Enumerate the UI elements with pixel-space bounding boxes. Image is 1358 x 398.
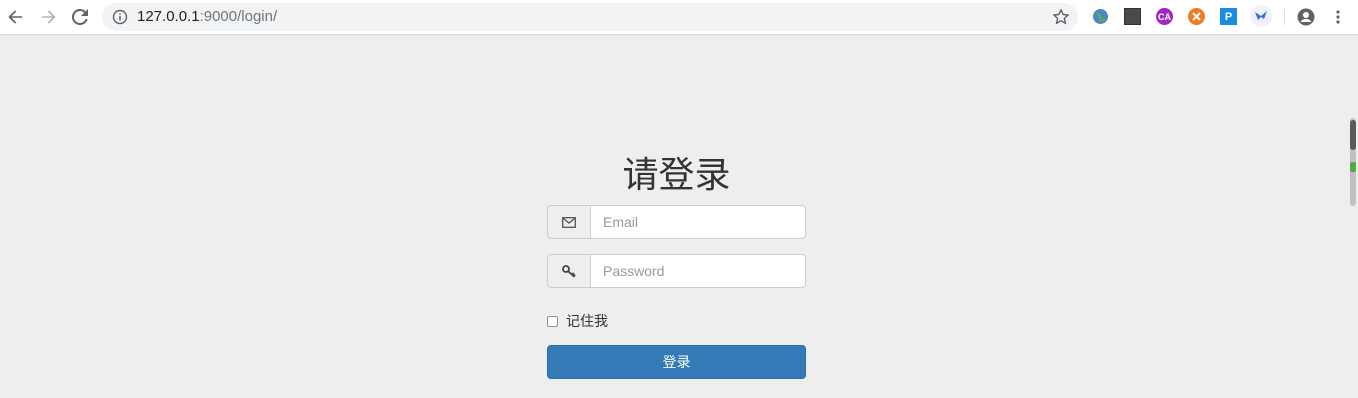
ca-extension-icon[interactable]: CA <box>1156 8 1173 25</box>
remember-me-label: 记住我 <box>566 313 608 329</box>
toolbar-separator <box>1284 9 1285 25</box>
more-vert-icon[interactable] <box>1330 8 1346 25</box>
scrollbar-marker-green <box>1350 162 1356 172</box>
remember-me[interactable]: 记住我 <box>547 311 608 331</box>
arrow-right-icon <box>42 10 56 24</box>
reload-icon <box>72 9 88 25</box>
login-button-label: 登录 <box>662 354 691 370</box>
envelope-icon <box>547 205 590 239</box>
forward-button[interactable] <box>36 5 60 29</box>
reload-button[interactable] <box>68 5 92 29</box>
info-icon[interactable] <box>112 9 128 25</box>
dark-square-extension-icon[interactable] <box>1124 8 1141 25</box>
browser-toolbar: 127.0.0.1:9000/login/ CA P <box>0 0 1358 35</box>
password-input-group <box>547 254 806 288</box>
password-field[interactable] <box>590 254 806 288</box>
account-icon[interactable] <box>1297 8 1315 26</box>
arrow-left-icon <box>8 10 22 24</box>
url-host: 127.0.0.1 <box>137 8 200 25</box>
page-scrollbar[interactable] <box>1348 36 1358 398</box>
bird-extension-icon[interactable] <box>1250 5 1272 27</box>
orange-extension-icon[interactable] <box>1188 8 1205 25</box>
p-extension-icon[interactable]: P <box>1220 8 1237 25</box>
p-extension-label: P <box>1224 10 1233 23</box>
back-button[interactable] <box>4 5 28 29</box>
remember-me-checkbox[interactable] <box>547 315 558 327</box>
ca-extension-label: CA <box>1158 11 1171 22</box>
url-path: :9000/login/ <box>199 8 278 25</box>
scrollbar-marker <box>1350 120 1356 150</box>
login-button[interactable]: 登录 <box>547 345 806 379</box>
email-input-group <box>547 205 806 239</box>
globe-extension-icon[interactable] <box>1092 8 1109 25</box>
key-icon <box>547 254 590 288</box>
email-field[interactable] <box>590 205 806 239</box>
star-icon[interactable] <box>1052 8 1070 26</box>
url-text[interactable]: 127.0.0.1:9000/login/ <box>137 9 277 25</box>
login-title: 请登录 <box>622 154 731 195</box>
address-bar[interactable]: 127.0.0.1:9000/login/ <box>102 3 1078 31</box>
